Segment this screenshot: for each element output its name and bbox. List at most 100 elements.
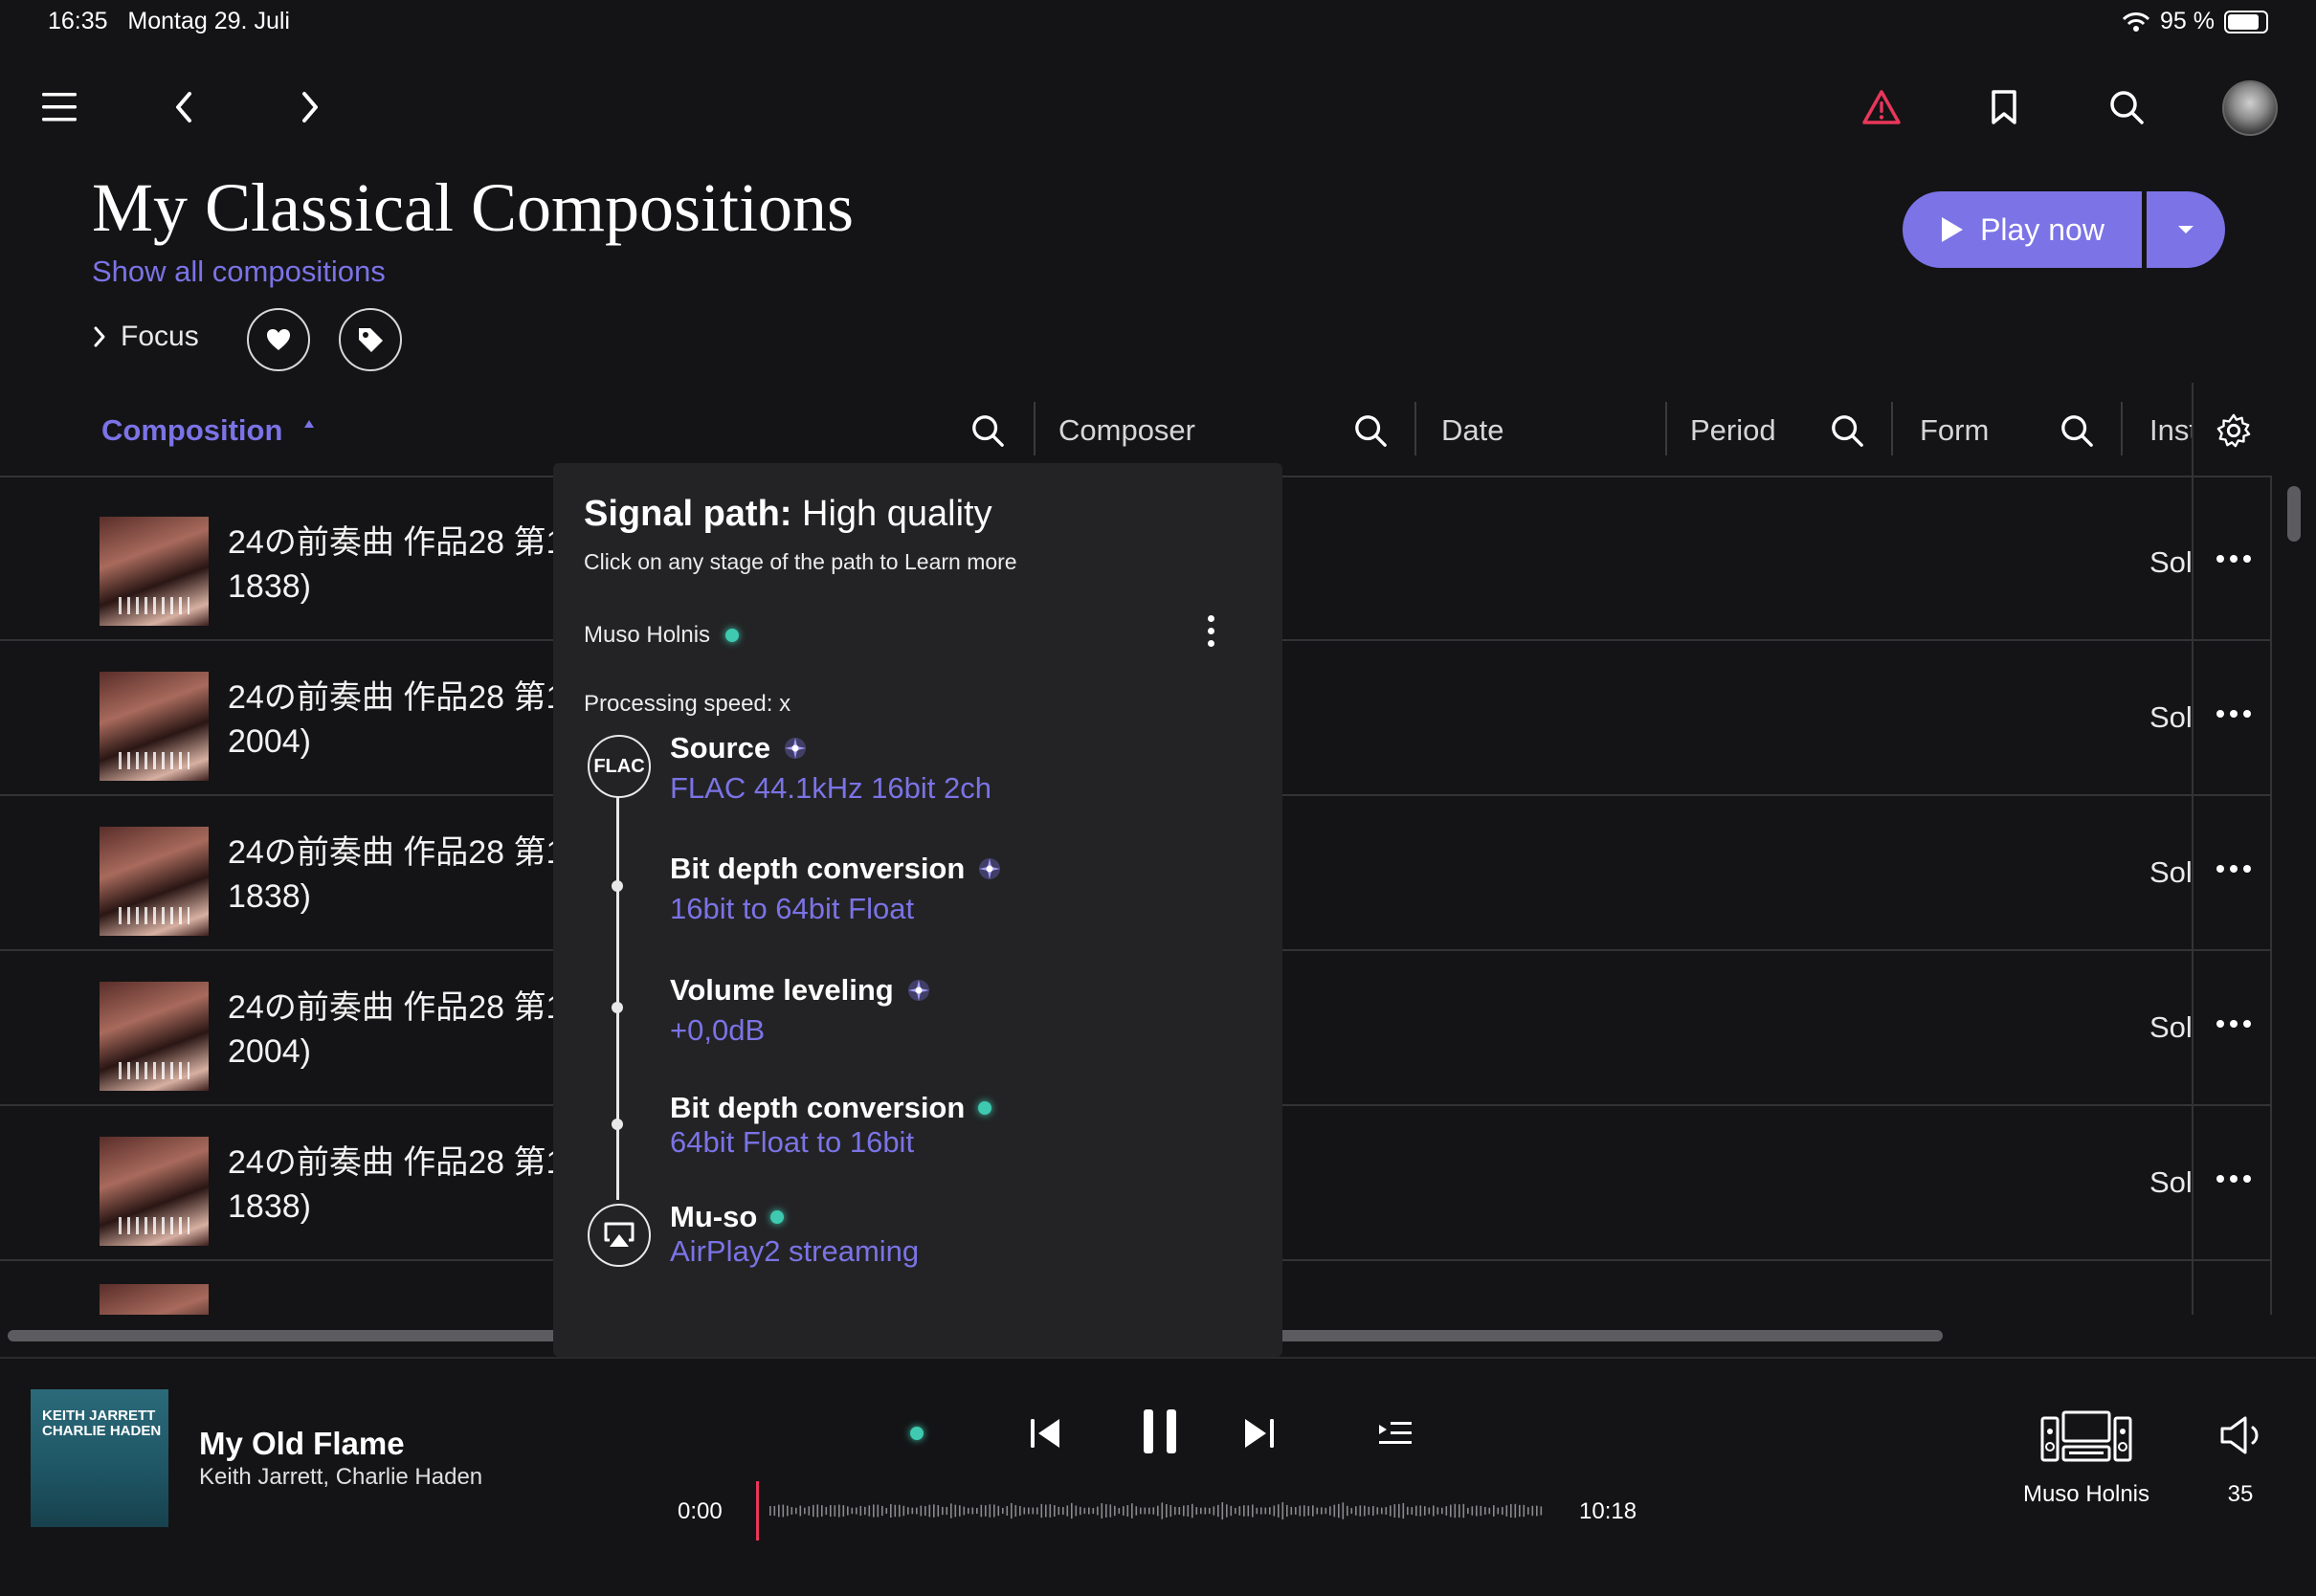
output-device-label[interactable]: Muso Holnis xyxy=(2017,1481,2155,1508)
waveform-bar xyxy=(1411,1507,1414,1515)
speaker-device-icon[interactable] xyxy=(2037,1407,2136,1470)
avatar[interactable] xyxy=(2222,80,2278,136)
status-time: 16:35 Montag 29. Juli xyxy=(48,8,290,34)
composition-search-icon[interactable] xyxy=(967,410,1009,452)
waveform-bar xyxy=(877,1504,880,1518)
more-options-icon[interactable] xyxy=(2207,1005,2260,1043)
stage-volume-leveling[interactable]: Volume leveling +0,0dB xyxy=(670,973,930,1048)
waveform-bar xyxy=(795,1507,797,1515)
column-instrument[interactable]: Inst xyxy=(2149,410,2192,452)
search-icon[interactable] xyxy=(2096,77,2157,138)
waveform-bar xyxy=(1148,1507,1150,1515)
composition-title: 24の前奏曲 作品28 第1 2004) xyxy=(228,989,565,1070)
waveform-bar xyxy=(885,1507,888,1515)
stage-bit-depth-down[interactable]: Bit depth conversion 64bit Float to 16bi… xyxy=(670,1091,992,1160)
period-search-icon[interactable] xyxy=(1826,410,1868,452)
flac-source-icon[interactable]: FLAC xyxy=(588,735,651,798)
composition-title: 24の前奏曲 作品28 第1 1838) xyxy=(228,1144,565,1225)
airplay-icon[interactable] xyxy=(588,1204,651,1267)
volume-icon[interactable] xyxy=(2213,1407,2270,1464)
waveform-bar xyxy=(1209,1507,1211,1515)
column-composer[interactable]: Composer xyxy=(1058,410,1195,452)
signal-path-quality-icon[interactable] xyxy=(896,1412,938,1454)
waveform-bar xyxy=(1235,1507,1236,1515)
more-options-icon[interactable] xyxy=(2207,695,2260,733)
album-thumbnail xyxy=(100,1137,209,1246)
waveform-bar xyxy=(1505,1505,1508,1517)
column-period[interactable]: Period xyxy=(1690,410,1776,452)
waveform-bar xyxy=(1527,1507,1529,1515)
stage-bit-depth-up[interactable]: Bit depth conversion 16bit to 64bit Floa… xyxy=(670,852,1001,926)
waveform-bar xyxy=(1462,1503,1465,1518)
waveform-bar xyxy=(894,1504,897,1518)
waveform-seekbar[interactable] xyxy=(754,1481,1548,1541)
waveform-bar xyxy=(1523,1504,1525,1518)
waveform-bar xyxy=(1372,1505,1374,1517)
column-form[interactable]: Form xyxy=(1920,410,1989,452)
pause-icon[interactable] xyxy=(1125,1397,1194,1466)
waveform-bar xyxy=(1488,1507,1491,1515)
track-artist[interactable]: Keith Jarrett, Charlie Haden xyxy=(199,1464,482,1491)
queue-icon[interactable] xyxy=(1370,1408,1420,1458)
composer-search-icon[interactable] xyxy=(1349,410,1392,452)
column-grid-line xyxy=(2270,477,2272,1315)
column-date[interactable]: Date xyxy=(1441,410,1503,452)
favorite-filter-button[interactable] xyxy=(247,308,310,371)
more-options-icon[interactable] xyxy=(2207,850,2260,888)
next-track-icon[interactable] xyxy=(1235,1408,1284,1458)
waveform-bar xyxy=(1045,1504,1047,1518)
waveform-bar xyxy=(1325,1507,1327,1515)
column-composition[interactable]: Composition xyxy=(101,410,315,452)
waveform-bar xyxy=(838,1504,840,1518)
path-node xyxy=(612,1002,623,1013)
waveform-bar xyxy=(791,1507,793,1515)
stage-source[interactable]: Source FLAC 44.1kHz 16bit 2ch xyxy=(670,731,991,806)
waveform-bar xyxy=(778,1504,780,1518)
column-divider[interactable] xyxy=(1414,402,1416,455)
waveform-bar xyxy=(1014,1504,1017,1518)
waveform-bar xyxy=(1333,1504,1336,1518)
waveform-bar xyxy=(856,1507,857,1515)
waveform-bar xyxy=(1097,1506,1099,1516)
play-options-dropdown[interactable] xyxy=(2147,191,2225,268)
previous-track-icon[interactable] xyxy=(1020,1408,1070,1458)
more-options-icon[interactable] xyxy=(2207,540,2260,578)
forward-icon[interactable] xyxy=(279,77,341,138)
waveform-bar xyxy=(1252,1504,1254,1518)
tag-filter-button[interactable] xyxy=(339,308,402,371)
waveform-bar xyxy=(1450,1504,1452,1518)
waveform-bar xyxy=(1183,1505,1185,1517)
more-vertical-icon[interactable] xyxy=(1187,607,1235,654)
vertical-scrollbar[interactable] xyxy=(2287,486,2301,542)
form-search-icon[interactable] xyxy=(2056,410,2098,452)
waveform-bar xyxy=(842,1505,845,1517)
waveform-bar xyxy=(1204,1507,1207,1515)
menu-icon[interactable] xyxy=(31,77,92,138)
back-icon[interactable] xyxy=(153,77,214,138)
show-all-compositions-link[interactable]: Show all compositions xyxy=(92,255,386,289)
focus-toggle[interactable]: Focus xyxy=(92,321,199,353)
waveform-bar xyxy=(911,1507,914,1515)
column-divider[interactable] xyxy=(1665,402,1667,455)
stage-output-device[interactable]: Mu-so AirPlay2 streaming xyxy=(670,1200,919,1269)
waveform-bar xyxy=(1471,1506,1474,1516)
album-art[interactable]: KEITH JARRETT CHARLIE HADEN xyxy=(31,1389,168,1527)
player-divider xyxy=(0,1357,2316,1359)
waveform-bar xyxy=(985,1505,987,1517)
waveform-bar xyxy=(1493,1505,1495,1517)
bookmark-icon[interactable] xyxy=(1973,77,2035,138)
instrument-cell: Solo xyxy=(2149,545,2192,579)
signal-path-popup: Signal path: High quality Click on any s… xyxy=(553,463,1282,1357)
column-divider[interactable] xyxy=(1891,402,1893,455)
play-now-button[interactable]: Play now xyxy=(1903,191,2142,268)
column-divider[interactable] xyxy=(2121,402,2123,455)
track-duration: 10:18 xyxy=(1579,1498,1637,1524)
track-title[interactable]: My Old Flame xyxy=(199,1426,405,1462)
waveform-bar xyxy=(821,1505,823,1517)
warning-icon[interactable] xyxy=(1851,77,1912,138)
album-thumbnail xyxy=(100,517,209,626)
column-divider[interactable] xyxy=(1034,402,1036,455)
caret-down-icon xyxy=(2176,224,2195,235)
more-options-icon[interactable] xyxy=(2207,1160,2260,1198)
column-settings-icon[interactable] xyxy=(2213,410,2255,452)
